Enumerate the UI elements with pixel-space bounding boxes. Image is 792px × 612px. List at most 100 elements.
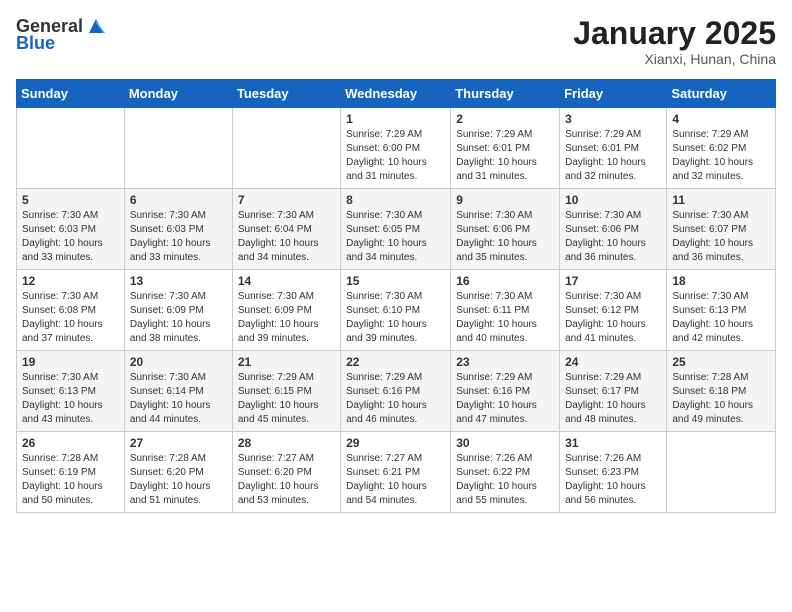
day-info: Sunrise: 7:30 AM Sunset: 6:08 PM Dayligh… (22, 290, 119, 346)
calendar-cell: 31 Sunrise: 7:26 AM Sunset: 6:23 PM Dayli… (560, 432, 667, 513)
day-info: Sunrise: 7:28 AM Sunset: 6:19 PM Dayligh… (22, 452, 119, 508)
weekday-header-friday: Friday (560, 80, 667, 108)
day-number: 11 (672, 193, 770, 207)
week-row-3: 12 Sunrise: 7:30 AM Sunset: 6:08 PM Dayli… (17, 270, 776, 351)
calendar-cell: 28 Sunrise: 7:27 AM Sunset: 6:20 PM Dayli… (232, 432, 340, 513)
calendar-cell: 1 Sunrise: 7:29 AM Sunset: 6:00 PM Daylig… (341, 108, 451, 189)
calendar-cell: 26Sunrise: 7:28 AM Sunset: 6:19 PM Dayli… (17, 432, 125, 513)
day-number: 17 (565, 274, 661, 288)
calendar-cell: 2 Sunrise: 7:29 AM Sunset: 6:01 PM Daylig… (451, 108, 560, 189)
calendar-cell: 17 Sunrise: 7:30 AM Sunset: 6:12 PM Dayli… (560, 270, 667, 351)
day-number: 8 (346, 193, 445, 207)
day-info: Sunrise: 7:29 AM Sunset: 6:01 PM Dayligh… (456, 128, 554, 184)
day-info: Sunrise: 7:30 AM Sunset: 6:05 PM Dayligh… (346, 209, 445, 265)
calendar-cell: 23Sunrise: 7:29 AM Sunset: 6:16 PM Dayli… (451, 351, 560, 432)
day-number: 28 (238, 436, 335, 450)
day-info: Sunrise: 7:29 AM Sunset: 6:15 PM Dayligh… (238, 371, 335, 427)
day-info: Sunrise: 7:28 AM Sunset: 6:18 PM Dayligh… (672, 371, 770, 427)
week-row-5: 26Sunrise: 7:28 AM Sunset: 6:19 PM Dayli… (17, 432, 776, 513)
day-number: 6 (130, 193, 227, 207)
day-number: 1 (346, 112, 445, 126)
day-number: 9 (456, 193, 554, 207)
calendar-cell: 3 Sunrise: 7:29 AM Sunset: 6:01 PM Daylig… (560, 108, 667, 189)
day-number: 12 (22, 274, 119, 288)
day-info: Sunrise: 7:29 AM Sunset: 6:17 PM Dayligh… (565, 371, 661, 427)
calendar-cell: 27 Sunrise: 7:28 AM Sunset: 6:20 PM Dayli… (124, 432, 232, 513)
calendar-cell: 29 Sunrise: 7:27 AM Sunset: 6:21 PM Dayli… (341, 432, 451, 513)
day-info: Sunrise: 7:29 AM Sunset: 6:01 PM Dayligh… (565, 128, 661, 184)
week-row-2: 5 Sunrise: 7:30 AM Sunset: 6:03 PM Daylig… (17, 189, 776, 270)
day-number: 31 (565, 436, 661, 450)
month-title: January 2025 (573, 16, 776, 51)
day-number: 19 (22, 355, 119, 369)
calendar-cell (232, 108, 340, 189)
location: Xianxi, Hunan, China (573, 51, 776, 67)
day-info: Sunrise: 7:30 AM Sunset: 6:13 PM Dayligh… (672, 290, 770, 346)
calendar-cell: 25Sunrise: 7:28 AM Sunset: 6:18 PM Dayli… (667, 351, 776, 432)
calendar-cell: 19 Sunrise: 7:30 AM Sunset: 6:13 PM Dayli… (17, 351, 125, 432)
calendar-cell: 24 Sunrise: 7:29 AM Sunset: 6:17 PM Dayli… (560, 351, 667, 432)
calendar-cell: 21 Sunrise: 7:29 AM Sunset: 6:15 PM Dayli… (232, 351, 340, 432)
day-info: Sunrise: 7:30 AM Sunset: 6:03 PM Dayligh… (22, 209, 119, 265)
day-number: 21 (238, 355, 335, 369)
calendar-cell: 7 Sunrise: 7:30 AM Sunset: 6:04 PM Daylig… (232, 189, 340, 270)
calendar-cell: 18 Sunrise: 7:30 AM Sunset: 6:13 PM Dayli… (667, 270, 776, 351)
day-info: Sunrise: 7:30 AM Sunset: 6:14 PM Dayligh… (130, 371, 227, 427)
calendar-cell (124, 108, 232, 189)
day-number: 29 (346, 436, 445, 450)
day-number: 4 (672, 112, 770, 126)
week-row-4: 19 Sunrise: 7:30 AM Sunset: 6:13 PM Dayli… (17, 351, 776, 432)
day-info: Sunrise: 7:30 AM Sunset: 6:11 PM Dayligh… (456, 290, 554, 346)
day-number: 22 (346, 355, 445, 369)
day-number: 13 (130, 274, 227, 288)
header: General Blue January 2025 Xianxi, Hunan,… (16, 16, 776, 67)
calendar-cell: 11Sunrise: 7:30 AM Sunset: 6:07 PM Dayli… (667, 189, 776, 270)
day-info: Sunrise: 7:30 AM Sunset: 6:12 PM Dayligh… (565, 290, 661, 346)
weekday-header-tuesday: Tuesday (232, 80, 340, 108)
day-info: Sunrise: 7:27 AM Sunset: 6:20 PM Dayligh… (238, 452, 335, 508)
week-row-1: 1 Sunrise: 7:29 AM Sunset: 6:00 PM Daylig… (17, 108, 776, 189)
day-number: 5 (22, 193, 119, 207)
day-number: 24 (565, 355, 661, 369)
weekday-header-saturday: Saturday (667, 80, 776, 108)
day-number: 15 (346, 274, 445, 288)
day-info: Sunrise: 7:26 AM Sunset: 6:23 PM Dayligh… (565, 452, 661, 508)
weekday-header-monday: Monday (124, 80, 232, 108)
day-info: Sunrise: 7:29 AM Sunset: 6:00 PM Dayligh… (346, 128, 445, 184)
calendar-cell: 5 Sunrise: 7:30 AM Sunset: 6:03 PM Daylig… (17, 189, 125, 270)
day-info: Sunrise: 7:30 AM Sunset: 6:06 PM Dayligh… (456, 209, 554, 265)
calendar-cell: 8 Sunrise: 7:30 AM Sunset: 6:05 PM Daylig… (341, 189, 451, 270)
day-info: Sunrise: 7:29 AM Sunset: 6:16 PM Dayligh… (456, 371, 554, 427)
calendar-cell: 30 Sunrise: 7:26 AM Sunset: 6:22 PM Dayli… (451, 432, 560, 513)
day-info: Sunrise: 7:30 AM Sunset: 6:13 PM Dayligh… (22, 371, 119, 427)
day-info: Sunrise: 7:30 AM Sunset: 6:04 PM Dayligh… (238, 209, 335, 265)
day-info: Sunrise: 7:26 AM Sunset: 6:22 PM Dayligh… (456, 452, 554, 508)
calendar-cell: 9 Sunrise: 7:30 AM Sunset: 6:06 PM Daylig… (451, 189, 560, 270)
day-number: 14 (238, 274, 335, 288)
day-number: 27 (130, 436, 227, 450)
page: General Blue January 2025 Xianxi, Hunan,… (0, 0, 792, 529)
day-info: Sunrise: 7:30 AM Sunset: 6:06 PM Dayligh… (565, 209, 661, 265)
weekday-header-sunday: Sunday (17, 80, 125, 108)
day-number: 20 (130, 355, 227, 369)
day-number: 7 (238, 193, 335, 207)
calendar-cell: 6 Sunrise: 7:30 AM Sunset: 6:03 PM Daylig… (124, 189, 232, 270)
day-number: 3 (565, 112, 661, 126)
calendar-cell: 13Sunrise: 7:30 AM Sunset: 6:09 PM Dayli… (124, 270, 232, 351)
weekday-header-wednesday: Wednesday (341, 80, 451, 108)
calendar-cell: 22Sunrise: 7:29 AM Sunset: 6:16 PM Dayli… (341, 351, 451, 432)
day-info: Sunrise: 7:30 AM Sunset: 6:03 PM Dayligh… (130, 209, 227, 265)
day-number: 18 (672, 274, 770, 288)
day-info: Sunrise: 7:29 AM Sunset: 6:02 PM Dayligh… (672, 128, 770, 184)
day-info: Sunrise: 7:27 AM Sunset: 6:21 PM Dayligh… (346, 452, 445, 508)
calendar-cell: 12 Sunrise: 7:30 AM Sunset: 6:08 PM Dayli… (17, 270, 125, 351)
day-number: 30 (456, 436, 554, 450)
calendar-cell: 14 Sunrise: 7:30 AM Sunset: 6:09 PM Dayli… (232, 270, 340, 351)
day-number: 2 (456, 112, 554, 126)
calendar-cell (667, 432, 776, 513)
day-info: Sunrise: 7:30 AM Sunset: 6:09 PM Dayligh… (238, 290, 335, 346)
calendar-header-row: SundayMondayTuesdayWednesdayThursdayFrid… (17, 80, 776, 108)
calendar-cell: 16Sunrise: 7:30 AM Sunset: 6:11 PM Dayli… (451, 270, 560, 351)
day-number: 10 (565, 193, 661, 207)
day-info: Sunrise: 7:28 AM Sunset: 6:20 PM Dayligh… (130, 452, 227, 508)
